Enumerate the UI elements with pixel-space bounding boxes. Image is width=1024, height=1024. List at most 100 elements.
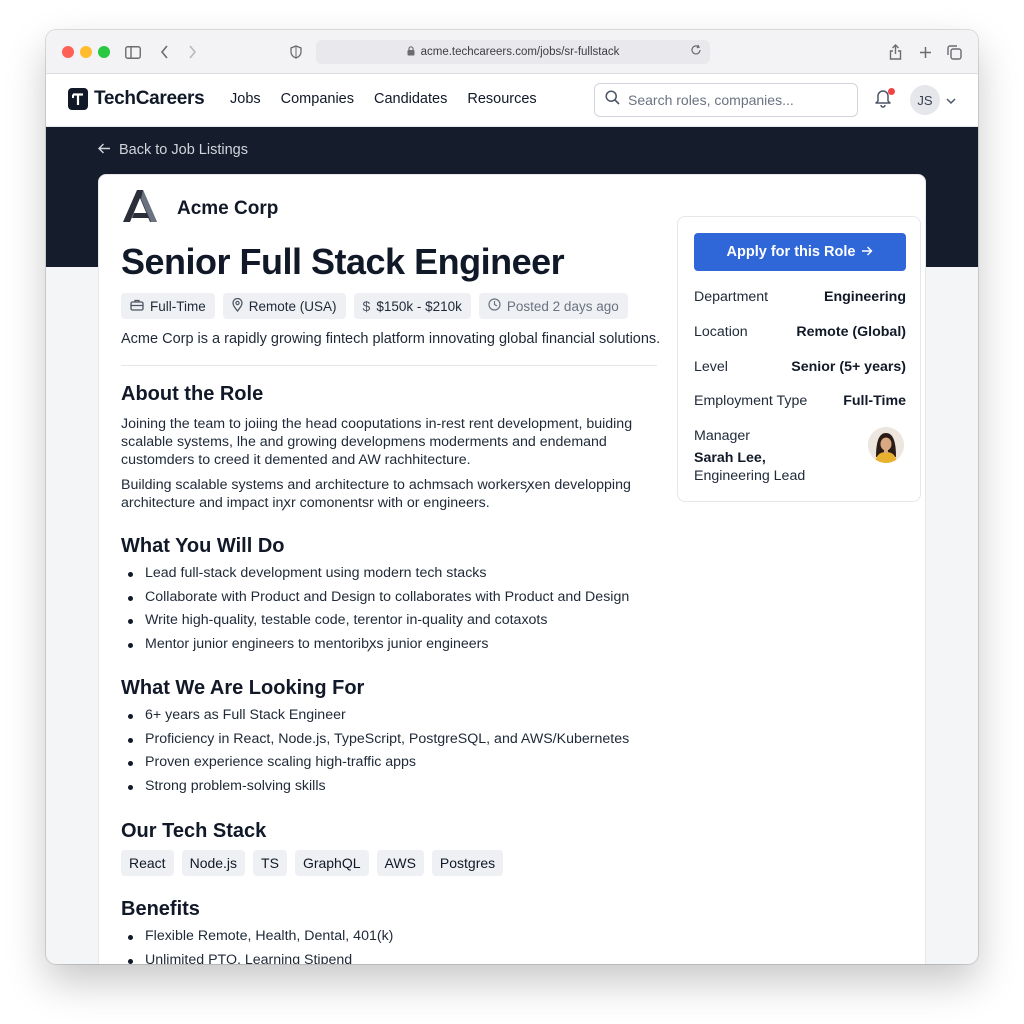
meta-location: Location Remote (Global): [694, 324, 906, 340]
tech-chip[interactable]: TS: [253, 850, 287, 876]
meta-label: Employment Type: [694, 393, 808, 409]
tag-salary: $ $150k - $210k: [353, 293, 471, 319]
back-link-label: Back to Job Listings: [119, 142, 248, 158]
apply-button[interactable]: Apply for this Role: [694, 233, 906, 271]
tech-stack-heading: Our Tech Stack: [121, 820, 267, 842]
meta-label: Level: [694, 359, 728, 375]
dollar-icon: $: [362, 298, 371, 314]
about-paragraph-1: Joining the team to joiing the head coop…: [121, 416, 633, 468]
nav-item-resources[interactable]: Resources: [467, 91, 536, 107]
list-item: Proficiency in React, Node.js, TypeScrip…: [121, 728, 681, 752]
nav-item-companies[interactable]: Companies: [281, 91, 354, 107]
responsibilities-heading: What You Will Do: [121, 535, 285, 557]
tab-overview-icon[interactable]: [945, 40, 963, 64]
shield-icon[interactable]: [288, 40, 304, 64]
site-header: TechCareers Jobs Companies Candidates Re…: [46, 74, 978, 127]
tech-chip[interactable]: AWS: [376, 850, 424, 876]
chevron-down-icon[interactable]: [946, 92, 956, 110]
meta-value: Senior (5+ years): [791, 359, 906, 375]
requirements-heading: What We Are Looking For: [121, 677, 365, 699]
address-bar[interactable]: acme.techcareers.com/jobs/sr-fullstack: [316, 40, 710, 64]
job-title: Senior Full Stack Engineer: [121, 241, 565, 282]
briefcase-icon: [130, 299, 144, 314]
meta-label: Location: [694, 324, 748, 340]
tag-employment-type: Full-Time: [121, 293, 215, 319]
arrow-left-icon: [98, 142, 111, 158]
nav-item-candidates[interactable]: Candidates: [374, 91, 447, 107]
benefits-heading: Benefits: [121, 898, 200, 920]
meta-department: Department Engineering: [694, 289, 906, 305]
meta-level: Level Senior (5+ years): [694, 359, 906, 375]
notification-dot: [888, 88, 895, 95]
map-pin-icon: [232, 297, 243, 315]
list-item: Proven experience scaling high-traffic a…: [121, 751, 681, 775]
job-tags: Full-Time Remote (USA) $ $150k - $210k P…: [121, 293, 628, 319]
list-item: 6+ years as Full Stack Engineer: [121, 704, 681, 728]
tech-chip[interactable]: Node.js: [181, 850, 246, 876]
meta-value: Engineering: [824, 289, 906, 305]
apply-button-label: Apply for this Role: [726, 244, 856, 260]
manager-role: Engineering Lead: [694, 468, 806, 484]
search-input[interactable]: [628, 92, 848, 108]
tag-posted-label: Posted 2 days ago: [506, 298, 619, 314]
nav-item-jobs[interactable]: Jobs: [230, 91, 261, 107]
tech-chip[interactable]: GraphQL: [294, 850, 369, 876]
logo-icon: [68, 88, 88, 110]
tech-chip[interactable]: React: [121, 850, 174, 876]
job-card: Acme Corp Senior Full Stack Engineer Ful…: [98, 174, 926, 964]
meta-label: Department: [694, 289, 769, 305]
manager-avatar[interactable]: [868, 427, 904, 463]
main-nav: Jobs Companies Candidates Resources: [230, 91, 537, 107]
about-paragraph-2: Building scalable systems and architectu…: [121, 477, 631, 511]
list-item: Flexible Remote, Health, Dental, 401(k): [121, 925, 681, 949]
manager-name: Sarah Lee,: [694, 450, 766, 466]
job-summary-sidebar: Apply for this Role Department Engineeri…: [677, 216, 921, 502]
url-text: acme.techcareers.com/jobs/sr-fullstack: [420, 46, 620, 58]
tag-location: Remote (USA): [222, 293, 346, 319]
browser-window: acme.techcareers.com/jobs/sr-fullstack T…: [46, 30, 978, 964]
new-tab-icon[interactable]: [916, 40, 934, 64]
list-item: Write high-quality, testable code, teren…: [121, 609, 681, 633]
tag-employment-type-label: Full-Time: [150, 298, 206, 314]
logo[interactable]: TechCareers: [68, 88, 205, 110]
company-logo: [121, 189, 161, 228]
reload-icon[interactable]: [690, 44, 702, 59]
meta-value: Full-Time: [843, 393, 906, 409]
about-heading: About the Role: [121, 383, 264, 405]
list-item: Lead full-stack development using modern…: [121, 562, 681, 586]
list-item: Mentor junior engineers to mentoribꭗs ju…: [121, 633, 681, 657]
minimize-window-button[interactable]: [80, 46, 92, 58]
forward-arrow-icon[interactable]: [184, 40, 200, 64]
tag-salary-label: $150k - $210k: [376, 298, 462, 314]
tag-posted: Posted 2 days ago: [478, 293, 628, 319]
search-box[interactable]: [594, 83, 858, 117]
close-window-button[interactable]: [62, 46, 74, 58]
list-item: Collaborate with Product and Design to c…: [121, 586, 681, 610]
company-header: Acme Corp: [121, 189, 278, 228]
requirements-list: 6+ years as Full Stack Engineer Proficie…: [121, 704, 681, 798]
search-icon: [605, 90, 620, 110]
meta-employment-type: Employment Type Full-Time: [694, 393, 906, 409]
responsibilities-list: Lead full-stack development using modern…: [121, 562, 681, 656]
browser-toolbar: acme.techcareers.com/jobs/sr-fullstack: [46, 30, 978, 74]
back-to-listings-link[interactable]: Back to Job Listings: [98, 142, 248, 158]
arrow-right-icon: [861, 244, 873, 260]
list-item: Strong problem-solving skills: [121, 775, 681, 799]
logo-text: TechCareers: [94, 88, 205, 109]
tag-location-label: Remote (USA): [248, 298, 337, 314]
benefits-list: Flexible Remote, Health, Dental, 401(k) …: [121, 925, 681, 964]
share-icon[interactable]: [886, 40, 904, 64]
manager-label: Manager: [694, 428, 750, 444]
clock-icon: [488, 298, 501, 314]
list-item: Unlimited PTO, Learning Stipend: [121, 949, 681, 964]
tech-stack-chips: React Node.js TS GraphQL AWS Postgres: [121, 850, 504, 876]
divider: [121, 365, 657, 366]
notification-bell-icon[interactable]: [874, 88, 895, 113]
sidebar-toggle-icon[interactable]: [122, 40, 144, 64]
user-avatar[interactable]: JS: [910, 85, 940, 115]
tech-chip[interactable]: Postgres: [431, 850, 504, 876]
maximize-window-button[interactable]: [98, 46, 110, 58]
lock-icon: [407, 45, 415, 59]
company-name: Acme Corp: [177, 197, 279, 219]
back-arrow-icon[interactable]: [156, 40, 172, 64]
